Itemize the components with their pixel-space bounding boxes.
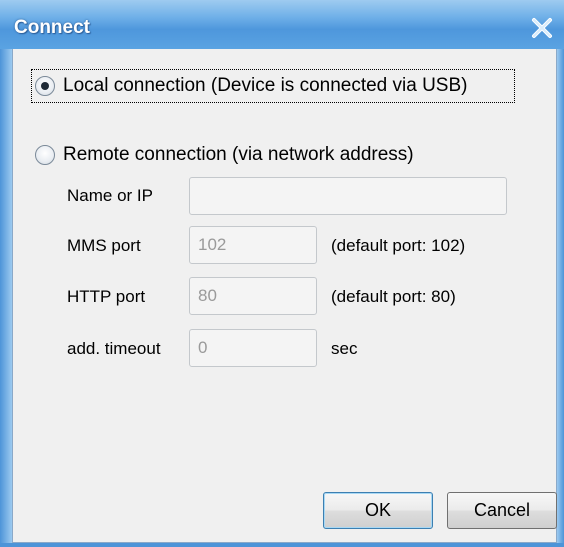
- window-title: Connect: [14, 17, 90, 38]
- window-frame-left: [0, 49, 12, 547]
- timeout-unit-label: sec: [331, 339, 358, 358]
- mms-port-input[interactable]: [189, 226, 317, 264]
- window-frame-bottom: [0, 543, 564, 547]
- window-frame-right: [557, 49, 564, 547]
- mms-port-hint: (default port: 102): [331, 236, 466, 255]
- dialog-content: Local connection (Device is connected vi…: [12, 49, 557, 543]
- http-port-input[interactable]: [189, 277, 317, 315]
- name-or-ip-label: Name or IP: [67, 186, 153, 205]
- close-button[interactable]: [524, 14, 560, 42]
- ok-button[interactable]: OK: [323, 492, 433, 529]
- local-connection-option[interactable]: Local connection (Device is connected vi…: [35, 75, 467, 97]
- add-timeout-label: add. timeout: [67, 339, 161, 358]
- name-or-ip-input[interactable]: [189, 177, 507, 215]
- http-port-label: HTTP port: [67, 287, 146, 306]
- title-bar[interactable]: Connect: [0, 0, 564, 49]
- mms-port-label: MMS port: [67, 236, 141, 255]
- add-timeout-input[interactable]: [189, 329, 317, 367]
- http-port-hint: (default port: 80): [331, 287, 456, 306]
- local-connection-radio[interactable]: [35, 76, 55, 96]
- remote-connection-radio[interactable]: [35, 145, 55, 165]
- cancel-button[interactable]: Cancel: [447, 492, 557, 529]
- connect-dialog: Connect Local connection (Device is conn…: [0, 0, 564, 547]
- remote-connection-label[interactable]: Remote connection (via network address): [63, 144, 414, 166]
- remote-connection-option[interactable]: Remote connection (via network address): [35, 144, 414, 166]
- local-connection-label[interactable]: Local connection (Device is connected vi…: [63, 75, 467, 97]
- close-icon: [532, 18, 552, 38]
